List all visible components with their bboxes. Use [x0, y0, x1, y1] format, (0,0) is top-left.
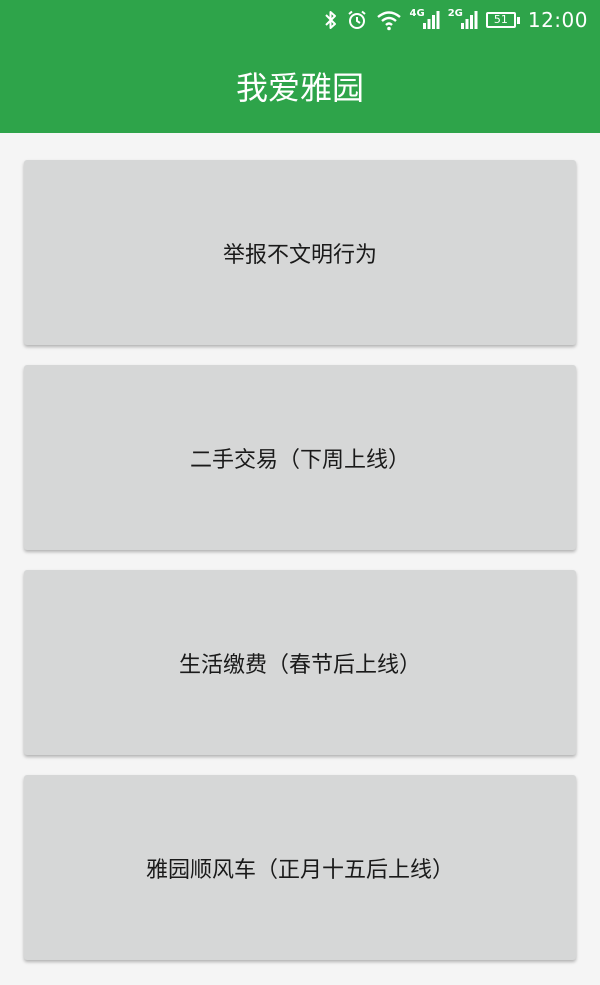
app-bar: 4G 2G 51 12:00 我爱雅园 — [0, 0, 600, 133]
menu-item-secondhand[interactable]: 二手交易（下周上线） — [24, 365, 576, 550]
battery-level: 51 — [485, 12, 516, 28]
signal-2g: 2G — [448, 8, 478, 32]
battery-icon: 51 — [485, 12, 520, 28]
menu-item-report[interactable]: 举报不文明行为 — [24, 160, 576, 345]
status-bar: 4G 2G 51 12:00 — [0, 0, 600, 40]
menu-item-label: 二手交易（下周上线） — [189, 447, 410, 473]
menu-item-carpool[interactable]: 雅园顺风车（正月十五后上线） — [24, 775, 576, 960]
wifi-icon — [376, 8, 402, 32]
menu-item-utilities[interactable]: 生活缴费（春节后上线） — [24, 570, 576, 755]
signal-4g: 4G — [410, 8, 440, 32]
status-time: 12:00 — [527, 8, 588, 32]
menu-list: 举报不文明行为 二手交易（下周上线） 生活缴费（春节后上线） 雅园顺风车（正月十… — [24, 160, 576, 980]
bluetooth-icon — [324, 8, 338, 32]
menu-item-label: 雅园顺风车（正月十五后上线） — [145, 857, 454, 883]
network-label-4g: 4G — [409, 7, 425, 19]
page-title: 我爱雅园 — [235, 69, 364, 107]
battery-nub — [516, 16, 520, 24]
alarm-icon — [346, 8, 368, 32]
network-label-2g: 2G — [447, 7, 463, 19]
menu-item-label: 生活缴费（春节后上线） — [178, 652, 421, 678]
menu-item-label: 举报不文明行为 — [222, 242, 377, 268]
